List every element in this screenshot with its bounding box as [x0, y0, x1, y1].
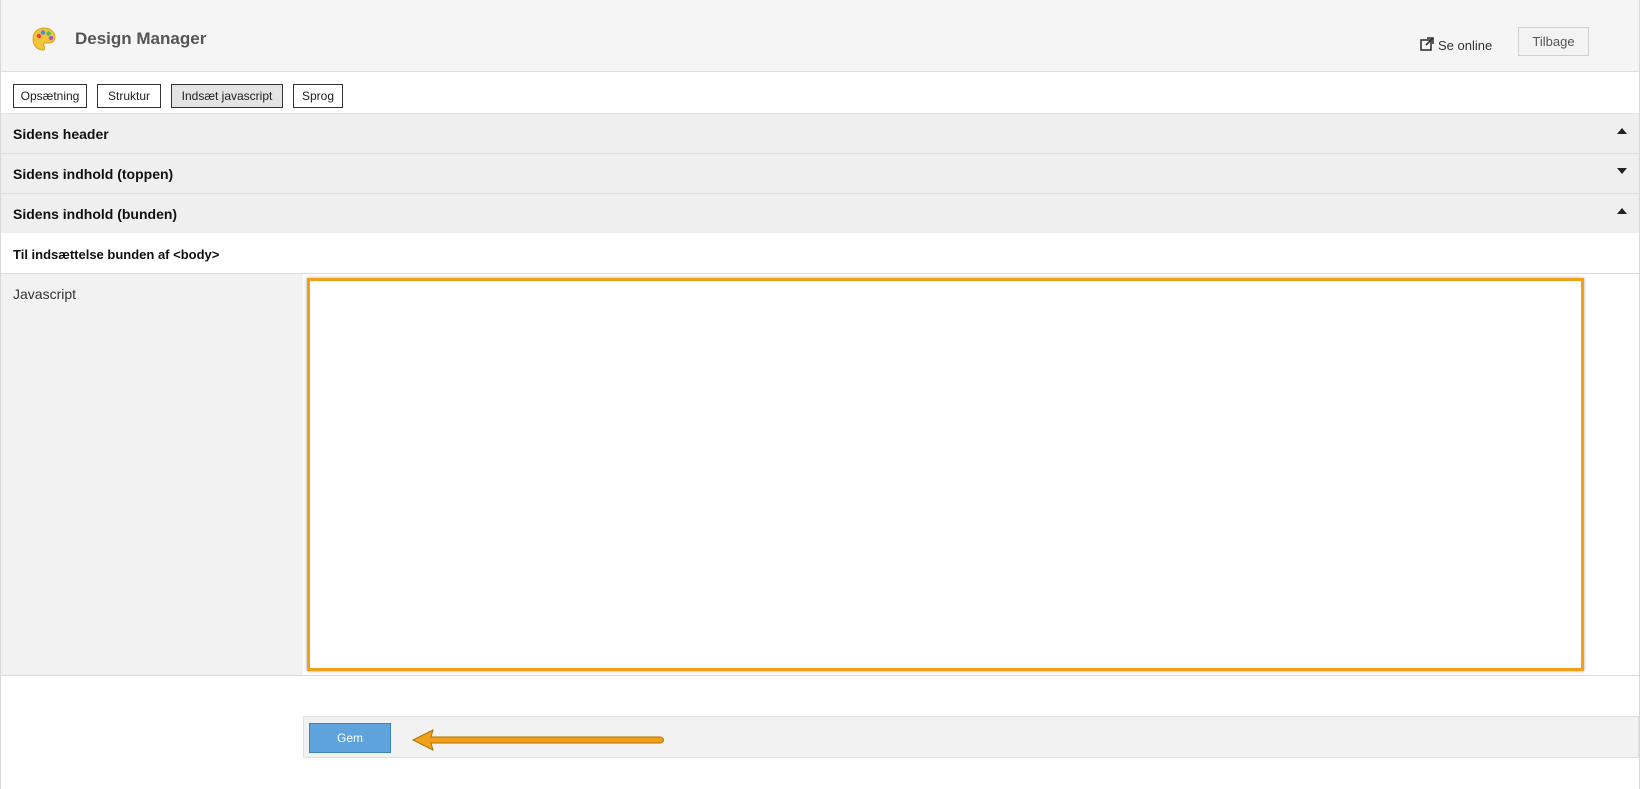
see-online-link[interactable]: Se online	[1420, 37, 1492, 54]
tab-insert-javascript[interactable]: Indsæt javascript	[171, 84, 283, 108]
top-bar: Design Manager Se online Tilbage	[1, 0, 1639, 72]
tab-bar: Opsætning Struktur Indsæt javascript Spr…	[1, 72, 1639, 114]
caret-up-icon	[1617, 208, 1627, 214]
palette-icon	[31, 26, 57, 52]
caret-up-icon	[1617, 128, 1627, 134]
app-title: Design Manager	[75, 29, 207, 48]
subsection-header: Til indsættelse bunden af <body>	[1, 233, 1639, 274]
annotation-arrow-icon	[411, 729, 664, 751]
section-label: Sidens indhold (toppen)	[13, 166, 174, 182]
tab-language[interactable]: Sprog	[293, 84, 343, 108]
section-page-header[interactable]: Sidens header	[1, 114, 1639, 154]
javascript-label: Javascript	[13, 286, 77, 302]
section-page-content-bottom[interactable]: Sidens indhold (bunden)	[1, 194, 1639, 234]
tab-setup[interactable]: Opsætning	[13, 84, 87, 108]
tab-structure[interactable]: Struktur	[97, 84, 161, 108]
section-label: Sidens header	[13, 126, 109, 142]
save-button[interactable]: Gem	[309, 723, 391, 753]
section-page-content-top[interactable]: Sidens indhold (toppen)	[1, 154, 1639, 194]
section-label: Sidens indhold (bunden)	[13, 206, 178, 222]
design-manager-app: Design Manager Se online Tilbage Opsætni…	[0, 0, 1640, 789]
javascript-textarea[interactable]	[307, 278, 1584, 671]
see-online-label: Se online	[1438, 38, 1493, 53]
external-link-icon	[1420, 37, 1434, 54]
back-button[interactable]: Tilbage	[1518, 27, 1589, 56]
caret-down-icon	[1617, 168, 1627, 174]
spacer	[1, 676, 1639, 716]
subsection-label: Til indsættelse bunden af <body>	[13, 247, 220, 262]
